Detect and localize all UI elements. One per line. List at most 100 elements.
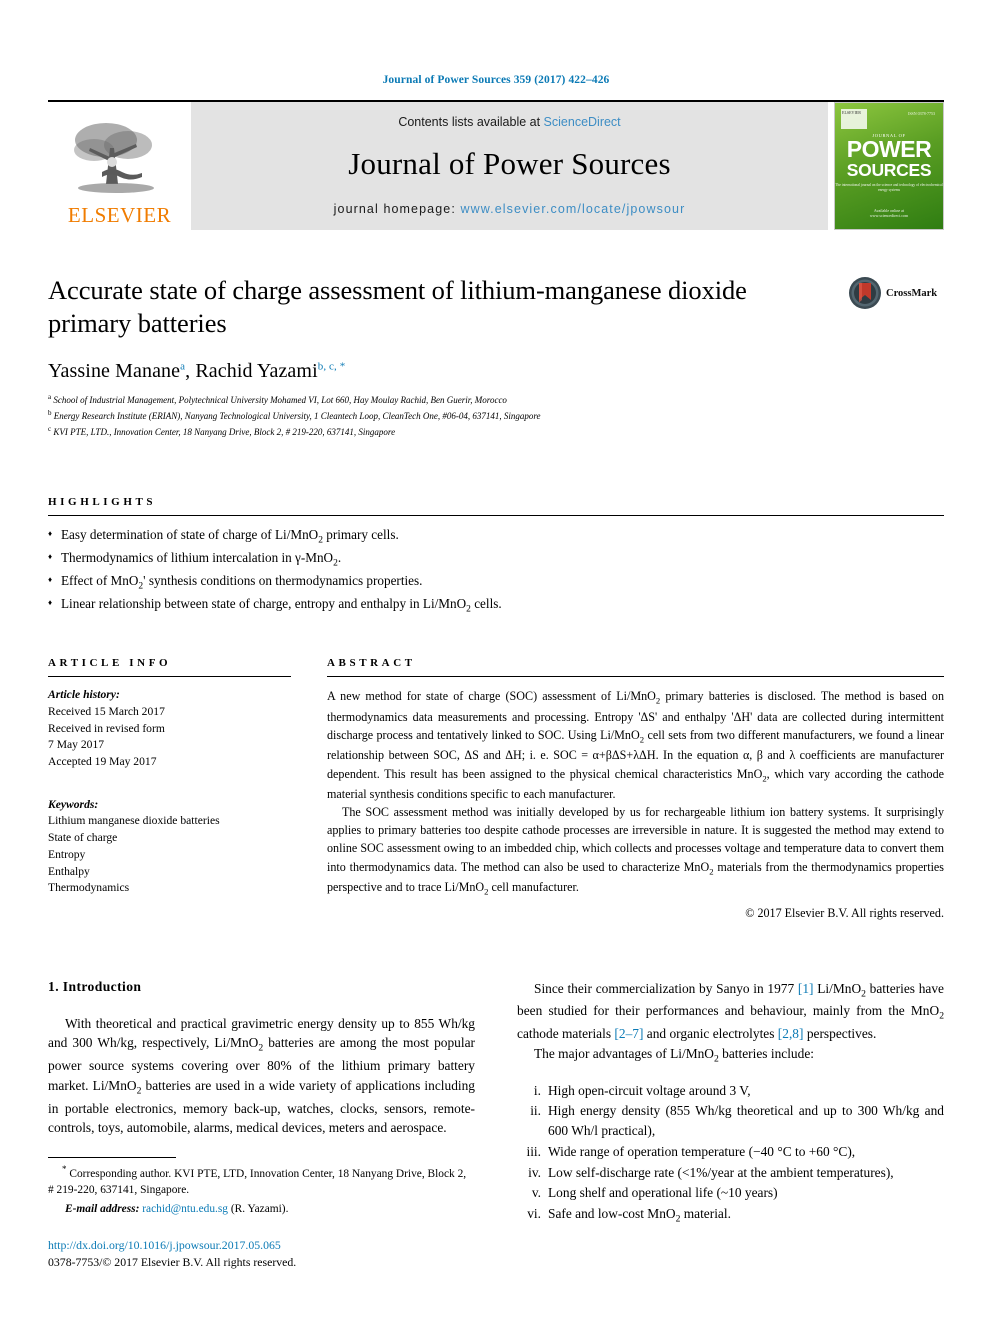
citation-3[interactable]: [2,8] [778, 1026, 804, 1041]
affiliation-mark: c [48, 425, 52, 434]
list-item: iii. Wide range of operation temperature … [517, 1142, 944, 1162]
abstract-paragraph: A new method for state of charge (SOC) a… [327, 689, 945, 802]
list-item-number: iii. [526, 1143, 541, 1159]
email-suffix: (R. Yazami). [228, 1202, 289, 1215]
sciencedirect-link[interactable]: ScienceDirect [544, 115, 621, 129]
text-part: Since their commercialization by Sanyo i… [534, 980, 798, 996]
email-line: E-mail address: rachid@ntu.edu.sg (R. Ya… [48, 1201, 472, 1217]
cover-word-sources: SOURCES [846, 160, 932, 180]
list-item-text: High energy density (855 Wh/kg theoretic… [548, 1103, 944, 1139]
list-item-text: Low self-discharge rate (<1%/year at the… [548, 1164, 894, 1180]
list-item: Easy determination of state of charge of… [48, 525, 944, 548]
author-name-1: Yassine Manane [48, 360, 181, 383]
highlights-section: HIGHLIGHTS Easy determination of state o… [48, 496, 944, 617]
page-title: Accurate state of charge assessment of l… [48, 275, 747, 338]
history-item: Received 15 March 2017 [48, 705, 165, 718]
footnote-divider [48, 1157, 176, 1159]
abstract-paragraph: The SOC assessment method was initially … [327, 805, 945, 897]
email-link[interactable]: rachid@ntu.edu.sg [142, 1203, 228, 1215]
article-page: Journal of Power Sources 359 (2017) 422–… [0, 0, 992, 1323]
info-abstract-row: ARTICLE INFO Article history: Received 1… [48, 657, 944, 920]
list-item-text: Wide range of operation temperature (−40… [548, 1143, 856, 1159]
history-item: 7 May 2017 [48, 738, 105, 752]
list-item-number: iv. [528, 1164, 541, 1180]
list-item-number: i. [533, 1082, 541, 1098]
crossmark-icon [849, 277, 881, 309]
keyword-item: State of charge [48, 831, 118, 845]
highlights-heading: HIGHLIGHTS [48, 496, 157, 508]
running-head: Journal of Power Sources 359 (2017) 422–… [382, 74, 610, 86]
affiliation-item: b Energy Research Institute (ERIAN), Nan… [48, 408, 944, 424]
list-item: i. High open-circuit voltage around 3 V, [517, 1081, 944, 1101]
list-item: vi. Safe and low-cost MnO2 material. [517, 1204, 944, 1227]
advantages-list: i. High open-circuit voltage around 3 V, … [517, 1081, 944, 1227]
list-item-text: Safe and low-cost MnO2 material. [548, 1205, 731, 1225]
list-item-number: v. [531, 1185, 541, 1201]
journal-homepage-link[interactable]: www.elsevier.com/locate/jpowsour [460, 202, 685, 216]
list-item: iv. Low self-discharge rate (<1%/year at … [517, 1163, 944, 1183]
journal-title: Journal of Power Sources [348, 145, 671, 181]
corresponding-author-note: * Corresponding author. KVI PTE, LTD, In… [48, 1163, 472, 1198]
keyword-item: Entropy [48, 847, 86, 861]
highlights-list: Easy determination of state of charge of… [48, 525, 944, 617]
keywords-label: Keywords: [48, 797, 99, 811]
affiliation-item: a School of Industrial Management, Polyt… [48, 392, 944, 408]
contents-prefix: Contents lists available at [398, 114, 544, 129]
affiliation-item: c KVI PTE, LTD., Innovation Center, 18 N… [48, 424, 944, 440]
affiliation-mark: b [48, 409, 52, 418]
contents-available-line: Contents lists available at ScienceDirec… [398, 115, 620, 129]
cover-issn: ISSN 0378-7753 [907, 111, 935, 116]
affiliation-mark: a [48, 393, 52, 402]
article-info-heading: ARTICLE INFO [48, 657, 172, 670]
text-part: perspectives. [803, 1026, 877, 1042]
asterisk-icon: * [62, 1164, 67, 1175]
affiliation-list: a School of Industrial Management, Polyt… [48, 392, 944, 440]
history-item: Accepted 19 May 2017 [48, 755, 157, 769]
footnote-block: * Corresponding author. KVI PTE, LTD, In… [48, 1157, 472, 1271]
elsevier-wordmark: ELSEVIER [67, 203, 172, 227]
body-column-right: Since their commercialization by Sanyo i… [517, 979, 944, 1228]
text-part: and organic electrolytes [643, 1026, 778, 1042]
article-info-divider [48, 676, 291, 678]
abstract-section: ABSTRACT A new method for state of charg… [327, 657, 944, 920]
author-list: Yassine Mananea, Rachid Yazamib, c, * [48, 360, 346, 383]
history-item: Received in revised form [48, 721, 165, 735]
list-item: Effect of MnO2' synthesis conditions on … [48, 571, 944, 594]
intro-paragraph-left: With theoretical and practical gravimetr… [48, 1015, 476, 1136]
corresponding-author-text: Corresponding author. KVI PTE, LTD, Inno… [48, 1168, 467, 1197]
keyword-item: Lithium manganese dioxide batteries [48, 814, 220, 828]
citation-2[interactable]: [2–7] [614, 1026, 643, 1041]
list-item: Thermodynamics of lithium intercalation … [48, 548, 944, 571]
masthead-center: Contents lists available at ScienceDirec… [191, 102, 828, 230]
keyword-item: Thermodynamics [48, 881, 130, 895]
keywords-block: Keywords: Lithium manganese dioxide batt… [48, 797, 291, 897]
list-item-text: High open-circuit voltage around 3 V, [548, 1082, 751, 1098]
author-affil-mark-2[interactable]: b, c, * [318, 361, 346, 373]
list-item-number: ii. [530, 1103, 541, 1119]
doi-link[interactable]: http://dx.doi.org/10.1016/j.jpowsour.201… [48, 1237, 472, 1254]
list-item-text: Long shelf and operational life (~10 yea… [548, 1185, 778, 1201]
affiliation-text: KVI PTE, LTD., Innovation Center, 18 Nan… [53, 427, 396, 438]
title-block: Accurate state of charge assessment of l… [48, 274, 944, 440]
author-name-2: Rachid Yazami [195, 360, 318, 383]
issn-copyright-line: 0378-7753/© 2017 Elsevier B.V. All right… [48, 1254, 297, 1269]
citation-1[interactable]: [1] [798, 981, 814, 996]
homepage-prefix: journal homepage: [333, 201, 461, 216]
journal-cover-thumbnail: ELSEVIER ISSN 0378-7753 JOURNAL OF POWER… [834, 102, 944, 230]
list-item: v. Long shelf and operational life (~10 y… [517, 1183, 944, 1203]
highlights-divider [48, 515, 944, 516]
abstract-heading: ABSTRACT [327, 657, 416, 670]
article-history: Article history: Received 15 March 2017 … [48, 687, 291, 770]
journal-masthead: ELSEVIER Contents lists available at Sci… [48, 100, 944, 230]
article-history-label: Article history: [48, 688, 120, 702]
elsevier-tree-icon [73, 123, 154, 193]
email-label: E-mail address: [65, 1202, 140, 1215]
cover-footer: Available online at www.sciencedirect.com [869, 207, 909, 219]
intro-paragraph-right-2: The major advantages of Li/MnO2 batterie… [534, 1045, 814, 1065]
crossmark-badge[interactable]: CrossMark [848, 276, 944, 310]
cover-subtitle: The international journal on the science… [835, 183, 943, 193]
list-item-number: vi. [527, 1205, 541, 1221]
cover-word-power: POWER [846, 136, 932, 162]
crossmark-label: CrossMark [886, 287, 938, 299]
author-affil-mark-1[interactable]: a [180, 361, 185, 373]
